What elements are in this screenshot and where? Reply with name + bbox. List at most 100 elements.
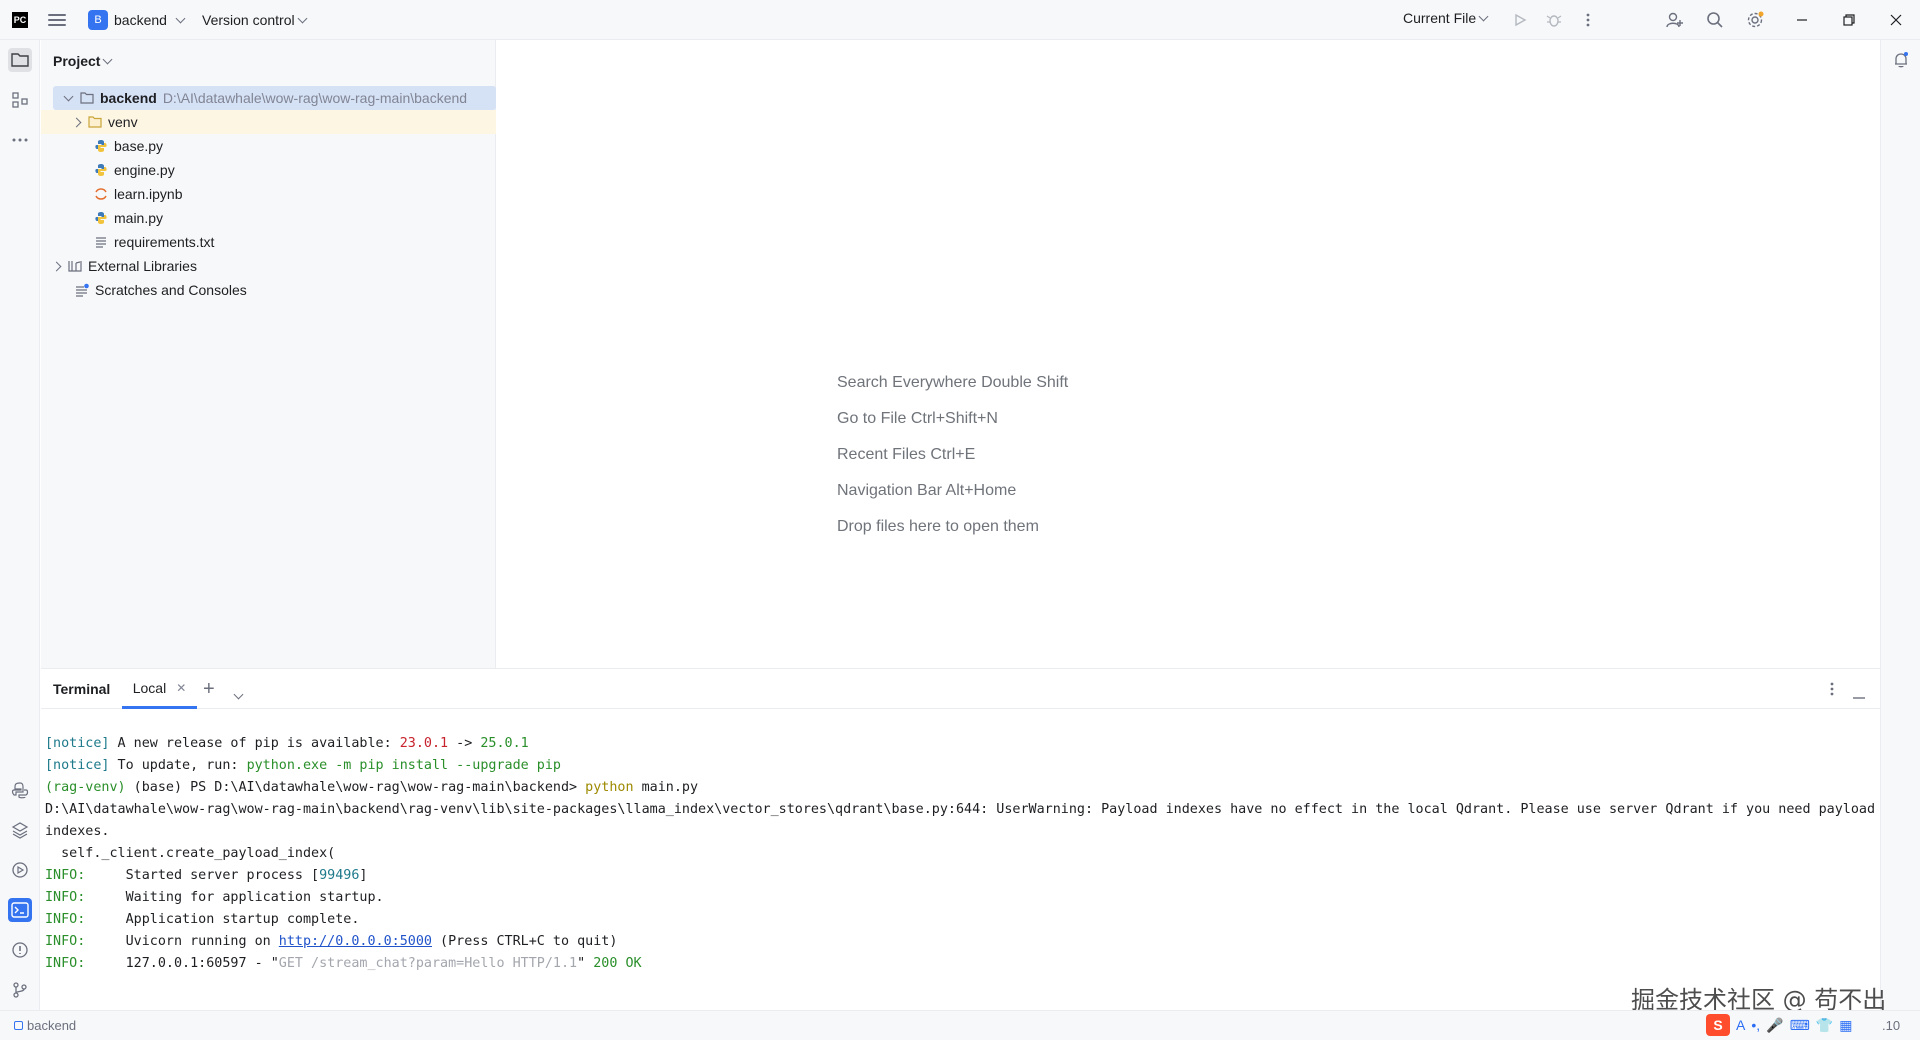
- tree-item-label: External Libraries: [88, 258, 197, 274]
- hint-key: Alt+Home: [945, 482, 1017, 499]
- debug-icon[interactable]: [1543, 9, 1565, 31]
- hint-search-everywhere: Search Everywhere Double Shift: [837, 374, 1068, 392]
- terminal-tab-bar: Terminal Local ✕ +: [41, 669, 1880, 709]
- hide-panel-icon[interactable]: [1853, 687, 1865, 705]
- project-tool-window: Project backend D:\AI\datawhale\wow-rag\…: [41, 40, 496, 668]
- close-tab-icon[interactable]: ✕: [176, 681, 186, 695]
- terminal-line: D:\AI\datawhale\wow-rag\wow-rag-main\bac…: [45, 802, 1876, 817]
- library-icon: [68, 261, 82, 272]
- search-icon[interactable]: [1704, 9, 1726, 31]
- run-config-label: Current File: [1403, 10, 1477, 26]
- ime-skin-icon[interactable]: 👕: [1816, 1017, 1833, 1034]
- ime-toolbox-icon[interactable]: ▦: [1839, 1017, 1852, 1034]
- hint-text: Recent Files: [837, 446, 926, 463]
- text-file-icon: [96, 237, 106, 248]
- sogou-ime-icon[interactable]: S: [1706, 1014, 1730, 1036]
- jupyter-notebook-icon: [95, 188, 107, 200]
- tree-item-requirements-txt[interactable]: requirements.txt: [41, 230, 496, 254]
- tree-item-engine-py[interactable]: engine.py: [41, 158, 496, 182]
- interpreter-version[interactable]: .10: [1882, 1018, 1900, 1033]
- git-branch-icon[interactable]: [8, 978, 32, 1002]
- tree-item-label: Scratches and Consoles: [95, 282, 247, 298]
- terminal-line: (rag-venv) (base) PS D:\AI\datawhale\wow…: [45, 780, 699, 795]
- services-icon[interactable]: [8, 858, 32, 882]
- project-header-label: Project: [53, 53, 101, 69]
- problems-icon[interactable]: [8, 938, 32, 962]
- folder-icon: [88, 116, 102, 128]
- project-badge: B: [88, 10, 108, 30]
- server-url-link[interactable]: http://0.0.0.0:5000: [279, 934, 432, 949]
- version-control-menu[interactable]: Version control: [202, 12, 308, 28]
- hint-text: Search Everywhere: [837, 374, 977, 391]
- terminal-line: INFO: Uvicorn running on http://0.0.0.0:…: [45, 934, 618, 949]
- tree-item-base-py[interactable]: base.py: [41, 134, 496, 158]
- tree-item-scratches[interactable]: Scratches and Consoles: [41, 278, 496, 302]
- more-actions-icon[interactable]: [1577, 9, 1599, 31]
- close-window-icon[interactable]: [1884, 8, 1908, 32]
- minimize-window-icon[interactable]: [1790, 8, 1814, 32]
- status-breadcrumb[interactable]: backend: [14, 1018, 76, 1033]
- module-icon: [14, 1021, 23, 1030]
- project-folder-icon[interactable]: [8, 48, 32, 72]
- more-tools-icon[interactable]: [8, 128, 32, 152]
- restore-window-icon[interactable]: [1837, 8, 1861, 32]
- left-tool-strip: [0, 40, 40, 1010]
- run-config-selector[interactable]: Current File: [1403, 10, 1489, 26]
- terminal-line: self._client.create_payload_index(: [45, 846, 336, 861]
- tree-item-label: learn.ipynb: [114, 186, 183, 202]
- scratches-icon: [76, 283, 89, 297]
- terminal-more-icon[interactable]: [1830, 681, 1834, 702]
- terminal-options-chevron-icon[interactable]: [231, 685, 244, 703]
- editor-empty-area[interactable]: Search Everywhere Double Shift Go to Fil…: [497, 40, 1880, 668]
- terminal-line: indexes.: [45, 824, 110, 839]
- notifications-bell-icon[interactable]: [1889, 48, 1913, 72]
- pycharm-logo-icon: PC: [12, 12, 28, 28]
- chevron-down-icon: [1478, 11, 1489, 21]
- project-switcher[interactable]: B backend: [88, 10, 186, 30]
- collapse-arrow-icon[interactable]: [63, 91, 74, 101]
- structure-icon[interactable]: [8, 88, 32, 112]
- terminal-output[interactable]: [notice] A new release of pip is availab…: [45, 733, 1875, 975]
- terminal-tab-label: Local: [132, 679, 167, 696]
- tree-root-path: D:\AI\datawhale\wow-rag\wow-rag-main\bac…: [162, 90, 468, 106]
- tree-item-main-py[interactable]: main.py: [41, 206, 496, 230]
- project-view-selector[interactable]: Project: [53, 53, 113, 69]
- hint-key: Double Shift: [981, 374, 1069, 391]
- hint-key: Ctrl+E: [930, 446, 976, 463]
- python-packages-icon[interactable]: [8, 818, 32, 842]
- new-terminal-plus-icon[interactable]: +: [203, 678, 215, 701]
- settings-gear-icon[interactable]: [1744, 9, 1766, 31]
- terminal-icon[interactable]: [8, 898, 32, 922]
- expand-arrow-icon[interactable]: [51, 261, 62, 271]
- chevron-down-icon: [103, 54, 113, 64]
- right-tool-strip: [1880, 40, 1920, 1010]
- terminal-line: [notice] To update, run: python.exe -m p…: [45, 758, 561, 773]
- folder-icon: [80, 92, 94, 104]
- terminal-tab-local[interactable]: Local ✕: [122, 669, 197, 709]
- expand-arrow-icon[interactable]: [71, 117, 82, 127]
- tree-item-venv[interactable]: venv: [41, 110, 496, 134]
- python-console-icon[interactable]: [8, 778, 32, 802]
- ime-keyboard-icon[interactable]: ⌨: [1790, 1017, 1810, 1034]
- add-user-icon[interactable]: [1664, 9, 1686, 31]
- tree-item-learn-ipynb[interactable]: learn.ipynb: [41, 182, 496, 206]
- hint-go-to-file: Go to File Ctrl+Shift+N: [837, 410, 998, 428]
- ime-language-icon[interactable]: A: [1736, 1017, 1745, 1033]
- terminal-title: Terminal: [53, 681, 111, 697]
- run-icon[interactable]: [1509, 9, 1531, 31]
- title-bar: PC B backend Version control Current Fil…: [0, 0, 1920, 40]
- terminal-line: INFO: Application startup complete.: [45, 912, 360, 927]
- hint-text: Navigation Bar: [837, 482, 942, 499]
- python-file-icon: [95, 164, 107, 176]
- hint-text: Drop files here to open them: [837, 518, 1039, 535]
- hint-drop-files: Drop files here to open them: [837, 518, 1039, 536]
- ime-microphone-icon[interactable]: 🎤: [1766, 1017, 1783, 1034]
- tree-root-backend[interactable]: backend D:\AI\datawhale\wow-rag\wow-rag-…: [53, 86, 496, 110]
- hint-navigation-bar: Navigation Bar Alt+Home: [837, 482, 1016, 500]
- ime-punctuation-icon[interactable]: •,: [1751, 1017, 1760, 1033]
- tree-item-label: venv: [108, 114, 138, 130]
- terminal-tool-window: Terminal Local ✕ + [notice] A new releas…: [41, 668, 1880, 1010]
- main-menu-icon[interactable]: [48, 12, 66, 28]
- breadcrumb-label: backend: [27, 1018, 77, 1033]
- tree-item-external-libraries[interactable]: External Libraries: [41, 254, 496, 278]
